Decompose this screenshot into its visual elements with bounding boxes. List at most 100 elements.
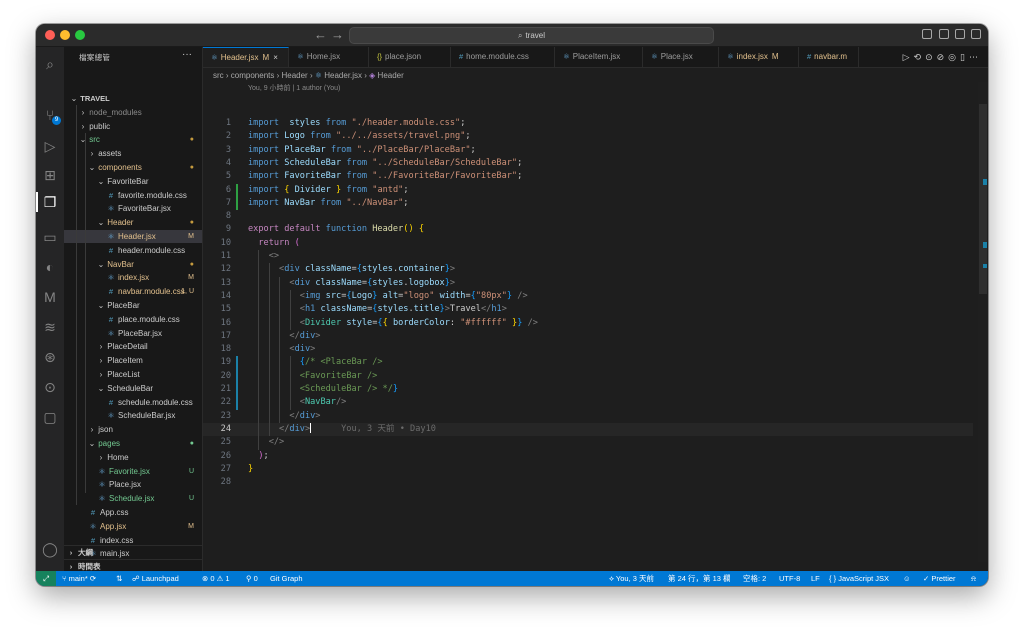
gitkraken-icon[interactable]: ◐: [40, 257, 60, 277]
encoding[interactable]: UTF-8: [779, 571, 800, 586]
comments-icon[interactable]: ▢: [40, 407, 60, 427]
git-graph-icon[interactable]: ⊛: [40, 347, 60, 367]
sync-icon[interactable]: ⇅: [116, 571, 122, 586]
line-number: 21: [220, 384, 231, 394]
problems-indicator[interactable]: ⊗ 0 ⚠ 1: [202, 571, 230, 586]
breadcrumb[interactable]: src › components › Header › ⚛ Header.jsx…: [213, 70, 404, 82]
zoom-window-button[interactable]: [75, 30, 85, 40]
editor-tab[interactable]: ⚛ Place.jsx: [643, 47, 719, 67]
editor-tab[interactable]: ⚛ Header.jsx M ×: [203, 47, 289, 67]
tree-item-label: Schedule.jsx: [109, 494, 155, 504]
copilot-icon[interactable]: ☺: [903, 571, 911, 586]
indentation[interactable]: 空格: 2: [743, 571, 766, 586]
code-text: <Divider style={{ borderColor: "#ffffff"…: [299, 317, 538, 328]
extensions-icon[interactable]: ⊞: [40, 165, 60, 185]
activity-bar: ⌕ ⑂ 9 ▷ ⊞ ❐ ▭ ◐ M ≋ ⊛ ⊙ ▢ ◯ ⚙: [36, 47, 64, 585]
indent-guide: [76, 105, 77, 505]
git-change-marker: [236, 183, 238, 197]
modified-badge: M: [262, 53, 270, 62]
tree-item[interactable]: › public: [64, 120, 202, 133]
tree-item[interactable]: › node_modules: [64, 106, 202, 119]
editor-tab[interactable]: # home.module.css: [451, 47, 555, 67]
tab-label: Home.jsx: [306, 52, 341, 61]
git-blame-codelens[interactable]: You, 9 小時前 | 1 author (You): [248, 83, 340, 93]
git-status-badge: M: [188, 522, 194, 530]
explorer-icon[interactable]: ❐: [40, 192, 60, 212]
react-icon: ⚛: [314, 71, 323, 80]
line-number: 22: [220, 397, 231, 408]
back-arrow-icon[interactable]: ←: [314, 27, 327, 43]
launchpad-button[interactable]: ☍ Launchpad: [132, 571, 179, 586]
tree-item[interactable]: ⌄ TRAVEL: [64, 92, 202, 105]
line-number: 15: [220, 304, 231, 315]
editor-actions[interactable]: ▷⟲⊙⊘◎▯⋯: [903, 47, 982, 67]
remote-indicator-icon[interactable]: ⤢: [36, 571, 56, 586]
run-debug-icon[interactable]: ▷: [40, 136, 60, 156]
tree-item-label: PlaceBar.jsx: [118, 328, 163, 338]
blame-status[interactable]: ⟡ You, 3 天前: [609, 571, 654, 586]
code-line: 5 import FavoriteBar from "../FavoriteBar…: [203, 170, 973, 183]
toggle-secondary-sidebar-icon[interactable]: [955, 29, 965, 39]
code-line: 12 <div className={styles.container}>: [203, 263, 973, 276]
tree-item[interactable]: ⚛ App.jsx M: [64, 520, 202, 533]
git-status-badge: ●: [189, 136, 194, 144]
code-line: 2 import Logo from "../../assets/travel.p…: [203, 130, 973, 143]
code-line: 9 export default function Header() {: [203, 223, 973, 236]
indent-guide: [268, 263, 270, 437]
code-text: );: [258, 450, 269, 461]
tree-item-label: assets: [98, 149, 122, 159]
chevron-icon: ⌄: [88, 439, 96, 448]
code-line: 19 {/* <PlaceBar />: [203, 356, 973, 370]
close-tab-icon[interactable]: ×: [273, 53, 278, 62]
docker-icon[interactable]: ≋: [40, 317, 60, 337]
forward-arrow-icon[interactable]: →: [331, 27, 344, 43]
code-editor[interactable]: 1 import styles from "./header.module.css…: [203, 94, 973, 564]
remote-explorer-icon[interactable]: ▭: [40, 227, 60, 247]
git-status-badge: ●: [189, 440, 194, 447]
editor-tab[interactable]: ⚛ PlaceItem.jsx: [555, 47, 643, 67]
toggle-sidebar-icon[interactable]: [922, 29, 932, 39]
customize-layout-icon[interactable]: [971, 29, 981, 39]
code-line: 6 import { Divider } from "antd";: [203, 183, 973, 197]
chevron-icon: ›: [99, 356, 103, 366]
code-text: import styles from "./header.module.css"…: [248, 118, 466, 128]
code-text: <>: [268, 251, 280, 261]
outline-section[interactable]: › 大綱: [64, 545, 202, 559]
more-actions-icon[interactable]: ···: [182, 49, 192, 60]
editor-tab[interactable]: ⚛ Home.jsx: [289, 47, 369, 67]
line-number: 17: [220, 330, 231, 341]
ports-indicator[interactable]: ⚲ 0: [246, 571, 258, 586]
vscode-window: ← → ⌕ travel ⌕ ⑂ 9 ▷ ⊞ ❐ ▭ ◐ M ≋ ⊛ ⊙ ▢ ◯ …: [36, 24, 988, 586]
tree-item-label: favorite.module.css: [118, 190, 187, 200]
git-status-badge: ●: [189, 219, 194, 227]
prettier-status[interactable]: ✓ Prettier: [923, 571, 956, 586]
breadcrumb-file: Header.jsx: [324, 71, 363, 80]
git-status-badge: 1, U: [181, 288, 194, 296]
code-line: 20 <FavoriteBar />: [203, 369, 973, 383]
git-graph-button[interactable]: Git Graph: [270, 571, 303, 586]
editor-tab[interactable]: ⚛ index.jsx M: [719, 47, 799, 67]
search-icon[interactable]: ⌕: [40, 54, 60, 74]
editor-tab[interactable]: # navbar.m: [799, 47, 859, 67]
git-history-icon[interactable]: ⊙: [40, 377, 60, 397]
cursor-position[interactable]: 第 24 行，第 13 欄: [668, 571, 731, 586]
close-window-button[interactable]: [45, 30, 55, 40]
notifications-bell-icon[interactable]: ⍾: [971, 571, 976, 586]
markdown-icon[interactable]: M: [40, 287, 60, 307]
file-type-icon: #: [459, 52, 464, 61]
tree-item[interactable]: ⚛ Schedule.jsx U: [64, 492, 202, 505]
code-line: 27}: [203, 463, 973, 476]
tree-item[interactable]: # App.css: [64, 506, 202, 519]
branch-indicator[interactable]: ⑂ main* ⟳: [62, 571, 96, 586]
command-center-search[interactable]: ⌕ travel: [349, 27, 714, 44]
account-icon[interactable]: ◯: [40, 539, 60, 559]
editor-tab[interactable]: {} place.json: [369, 47, 451, 67]
file-type-icon: ⚛: [98, 466, 106, 476]
code-line: 28: [203, 476, 973, 489]
git-change-marker: [236, 396, 238, 410]
language-mode[interactable]: { } JavaScript JSX: [829, 571, 889, 586]
end-of-line[interactable]: LF: [811, 571, 820, 586]
git-status-badge: ●: [189, 260, 194, 268]
minimize-window-button[interactable]: [60, 30, 70, 40]
toggle-panel-icon[interactable]: [939, 29, 949, 39]
